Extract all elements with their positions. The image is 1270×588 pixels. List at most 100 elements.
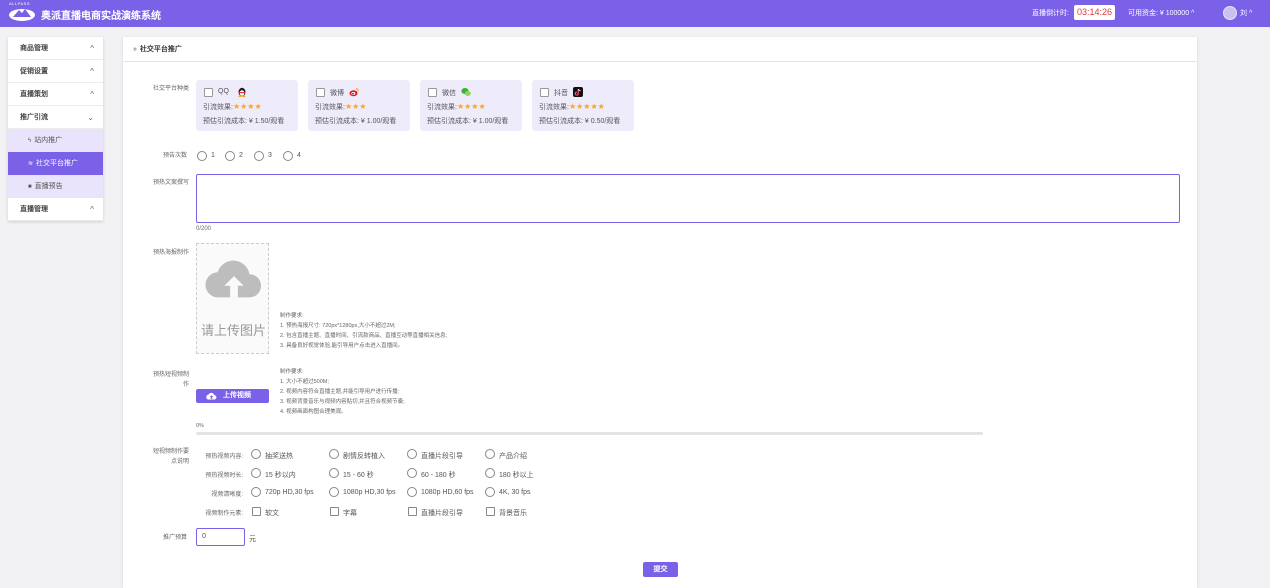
sidebar-item-onsite-promotion[interactable]: ϟ 站内推广 (8, 129, 103, 152)
platform-checkbox[interactable] (316, 88, 325, 97)
resolution-radio-3[interactable] (407, 487, 417, 497)
platform-checkbox[interactable] (428, 88, 437, 97)
content-radio-3[interactable] (407, 449, 417, 459)
video-progress-bar (196, 432, 983, 435)
element-checkbox-1[interactable] (252, 507, 261, 516)
estimated-cost: 预估引流成本: ¥ 1.00/观看 (315, 118, 397, 125)
wifi-icon: ≋ (28, 161, 34, 167)
countdown-timer: 03:14:26 (1074, 5, 1115, 20)
times-option-label: 3 (268, 152, 272, 159)
platform-name: QQ (218, 88, 229, 95)
sidebar-item-social-promotion[interactable]: ≋ 社交平台推广 (8, 152, 103, 175)
rating-stars: ★★★★★ (568, 102, 605, 111)
menu-label: 直播策划 (20, 91, 48, 98)
weibo-icon (349, 88, 359, 97)
douyin-icon (573, 87, 583, 97)
copy-char-counter: 0/200 (196, 226, 212, 232)
traffic-effect: 引流效果:★★★★ (427, 102, 486, 112)
platform-card-douyin[interactable]: 抖音 引流效果:★★★★★ 预估引流成本: ¥ 0.50/观看 (532, 80, 634, 131)
video-elements-label: 视频制作元素: (205, 511, 243, 517)
duration-radio-4[interactable] (485, 468, 495, 478)
element-checkbox-2[interactable] (330, 507, 339, 516)
platform-card-qq[interactable]: QQ 引流效果:★★★★ 预估引流成本: ¥ 1.50/观看 (196, 80, 298, 131)
user-menu[interactable]: 刘 ^ (1240, 8, 1252, 18)
copy-textarea[interactable] (196, 174, 1180, 223)
requirement-line: 3. 具备良好视觉体验,能引导用户点击进入直播间。 (280, 343, 404, 349)
effect-label: 引流效果: (315, 104, 345, 111)
platform-checkbox[interactable] (204, 88, 213, 97)
effect-label: 引流效果: (427, 104, 457, 111)
menu-promotion-settings[interactable]: 促销设置 ^ (8, 60, 103, 83)
duration-radio-2[interactable] (329, 468, 339, 478)
menu-product-management[interactable]: 商品管理 ^ (8, 37, 103, 60)
chevron-down-icon: ⌄ (87, 113, 94, 122)
cloud-upload-icon (206, 392, 217, 400)
lightning-icon: ϟ (28, 138, 32, 144)
upload-video-button[interactable]: 上传视频 (196, 389, 269, 403)
platform-type-label: 社交平台种类 (152, 86, 189, 92)
chevron-up-icon: ^ (90, 90, 94, 99)
budget-label: 推广预算 (162, 535, 187, 541)
times-option-label: 1 (211, 152, 215, 159)
qq-penguin-icon (238, 87, 246, 97)
menu-live-management[interactable]: 直播管理 ^ (8, 198, 103, 221)
platform-checkbox[interactable] (540, 88, 549, 97)
menu-live-planning[interactable]: 直播策划 ^ (8, 83, 103, 106)
option-label: 产品介绍 (499, 453, 527, 460)
megaphone-icon: ■ (28, 184, 32, 190)
requirement-line: 制作要求: (280, 313, 304, 319)
content-radio-1[interactable] (251, 449, 261, 459)
cloud-upload-icon (205, 260, 262, 298)
element-checkbox-3[interactable] (408, 507, 417, 516)
video-requirements: 制作要求: 1. 大小不超过500M; 2. 视频内容符合直播主题,并能引导用户… (280, 367, 405, 417)
platform-card-wechat[interactable]: 微信 引流效果:★★★★ 预估引流成本: ¥ 1.00/观看 (420, 80, 522, 131)
times-radio-1[interactable] (197, 151, 207, 161)
requirement-line: 制作要求: (280, 369, 304, 375)
sidebar: 商品管理 ^ 促销设置 ^ 直播策划 ^ 推广引流 ⌄ ϟ 站内推广 ≋ 社交平台推… (8, 37, 103, 221)
duration-radio-3[interactable] (407, 468, 417, 478)
poster-label: 预热海报制作 (152, 250, 189, 256)
poster-requirements: 制作要求: 1. 预热海报尺寸: 720px*1280px,大小不超过2M; 2… (280, 311, 447, 351)
sidebar-item-live-preview[interactable]: ■ 直播预告 (8, 175, 103, 198)
chevron-up-icon: ^ (90, 205, 94, 214)
content-radio-2[interactable] (329, 449, 339, 459)
option-label: 1080p HD,30 fps (343, 489, 396, 496)
times-radio-4[interactable] (283, 151, 293, 161)
available-funds-dropdown[interactable]: 可用资金: ¥ 100000 ^ (1128, 8, 1194, 18)
option-label: 15 秒以内 (265, 472, 296, 479)
menu-traffic-promotion[interactable]: 推广引流 ⌄ (8, 106, 103, 129)
estimated-cost: 预估引流成本: ¥ 0.50/观看 (539, 118, 621, 125)
resolution-radio-1[interactable] (251, 487, 261, 497)
submit-button[interactable]: 提交 (643, 562, 678, 577)
resolution-radio-2[interactable] (329, 487, 339, 497)
estimated-cost: 预估引流成本: ¥ 1.00/观看 (427, 118, 509, 125)
content-radio-4[interactable] (485, 449, 495, 459)
times-radio-2[interactable] (225, 151, 235, 161)
chevron-up-icon: ^ (90, 67, 94, 76)
rating-stars: ★★★★ (456, 102, 486, 111)
menu-label: 直播管理 (20, 206, 48, 213)
mountain-logo-icon (9, 9, 35, 21)
resolution-radio-4[interactable] (485, 487, 495, 497)
requirement-line: 1. 大小不超过500M; (280, 379, 329, 385)
platform-card-weibo[interactable]: 微博 引流效果:★★★ 预估引流成本: ¥ 1.00/观看 (308, 80, 410, 131)
duration-radio-1[interactable] (251, 468, 261, 478)
video-label-line: 作 (182, 382, 189, 388)
estimated-cost: 预估引流成本: ¥ 1.50/观看 (203, 118, 285, 125)
rating-stars: ★★★ (344, 102, 367, 111)
times-radio-3[interactable] (254, 151, 264, 161)
user-avatar[interactable] (1223, 6, 1237, 20)
platform-name: 抖音 (554, 90, 568, 97)
option-label: 1080p HD,60 fps (421, 489, 474, 496)
poster-upload-area[interactable]: 请上传图片 (196, 243, 269, 354)
video-duration-label: 预热视频时长: (205, 473, 243, 479)
option-label: 15 - 60 秒 (343, 472, 374, 479)
copy-label: 预热文案撰写 (152, 180, 189, 186)
option-label: 60 - 180 秒 (421, 472, 456, 479)
requirement-line: 2. 包含直播主题、直播时间、引流款商品、直播互动等直播相关信息; (280, 333, 448, 339)
option-label: 字幕 (343, 510, 357, 517)
budget-input[interactable]: 0 (196, 528, 245, 546)
traffic-effect: 引流效果:★★★★ (203, 102, 262, 112)
element-checkbox-4[interactable] (486, 507, 495, 516)
chevron-up-icon: ^ (90, 44, 94, 53)
